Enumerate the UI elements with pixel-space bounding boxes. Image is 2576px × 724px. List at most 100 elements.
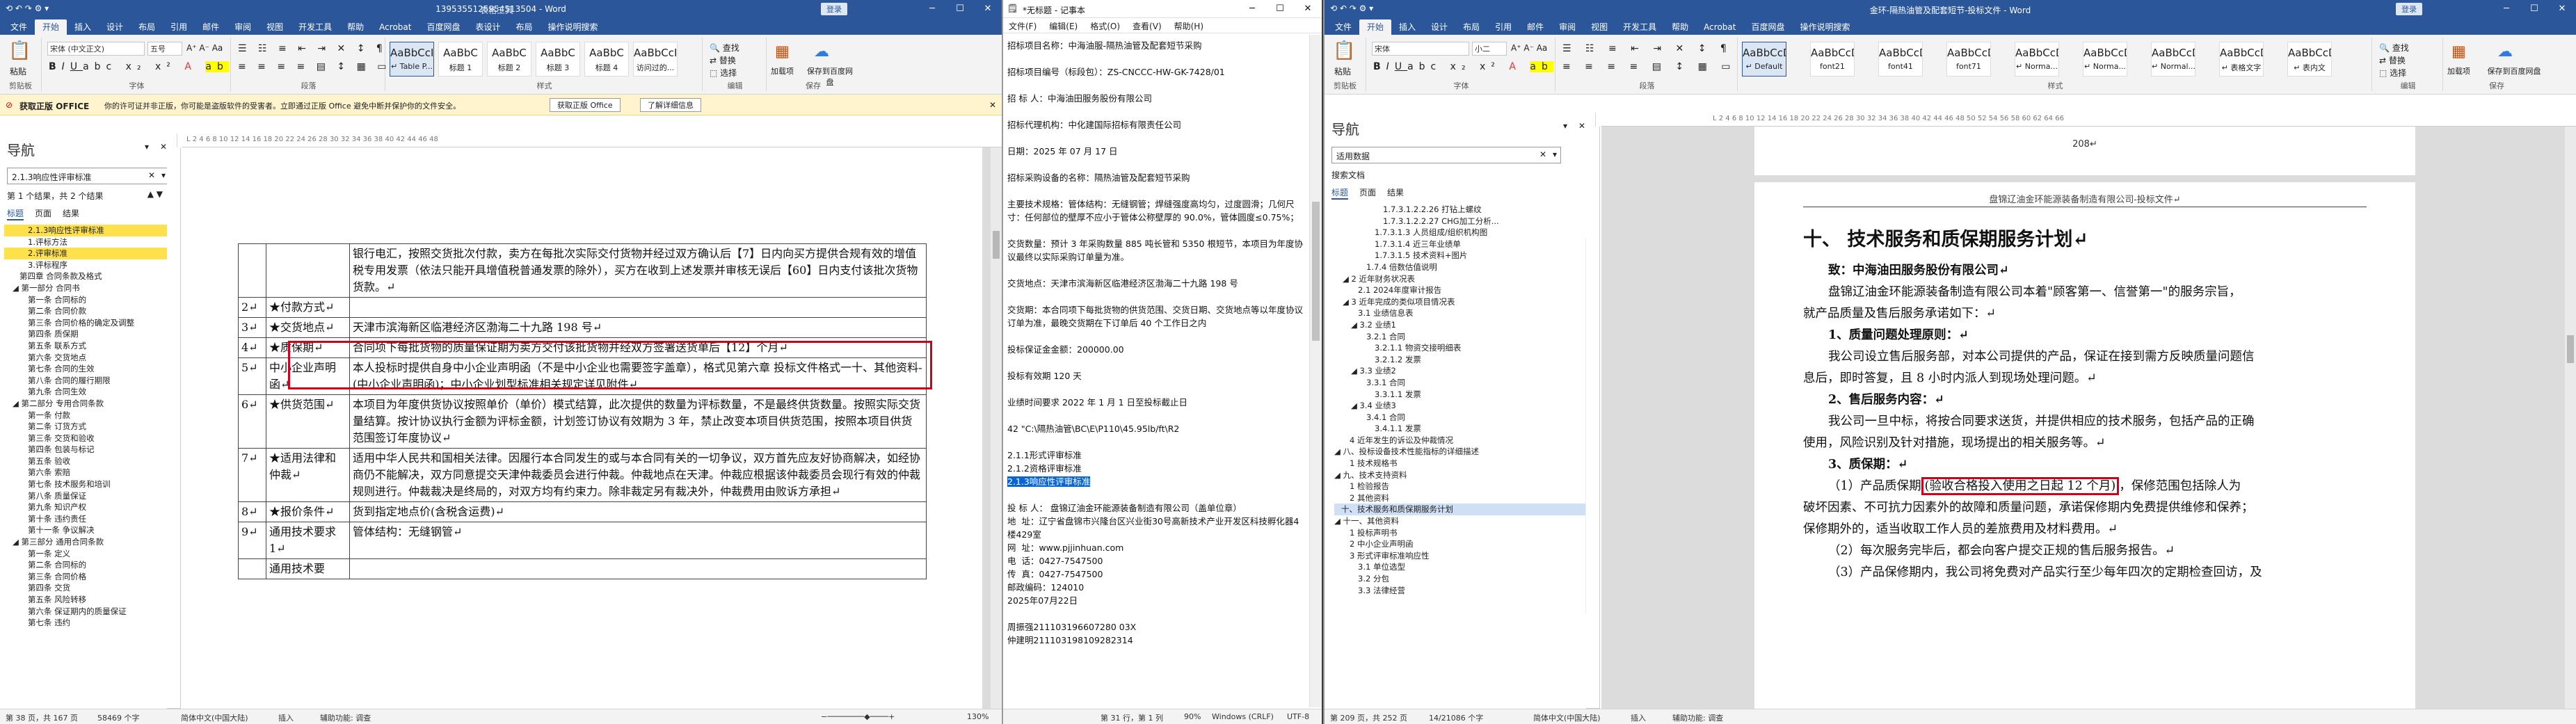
- expand-icon[interactable]: ◢: [1334, 447, 1343, 456]
- ribbon-tab[interactable]: 设计: [1423, 19, 1455, 35]
- clear-search-icon[interactable]: ✕: [148, 170, 155, 180]
- item-name-cell[interactable]: ★付款方式↵: [266, 297, 350, 318]
- minimize-icon[interactable]: ─: [918, 0, 946, 18]
- ribbon-tab[interactable]: 邮件: [195, 19, 227, 35]
- nav-heading-item[interactable]: ◢ 第二部分 专用合同条款: [4, 398, 173, 410]
- table-row[interactable]: 8↵ ★报价条件↵ 货到指定地点价(含税含运费)↵: [238, 501, 927, 522]
- align-buttons[interactable]: ≡ ≡ ≡ ≡ ▤ ↕ ▦ ▭: [1562, 61, 1736, 72]
- ribbon-tab[interactable]: 布局: [1455, 19, 1487, 35]
- nav-close-icon[interactable]: ✕: [160, 142, 167, 152]
- style-gallery-item[interactable]: AaBbCcDd ↵ 表内文: [2287, 42, 2332, 77]
- nav-heading-item[interactable]: ◢ 八、投标设备技术性能指标的详细描述: [1334, 446, 1591, 458]
- font-format-buttons[interactable]: BIUabc x₂ x² A ab: [49, 61, 229, 72]
- nav-heading-item[interactable]: 1.7.3.1.5 技术资料+图片: [1334, 250, 1591, 262]
- font-name-select[interactable]: 宋体: [1372, 42, 1469, 56]
- font-size-buttons[interactable]: A⁺ A⁻ Aa: [1511, 43, 1547, 53]
- nav-heading-item[interactable]: 4 近年发生的诉讼及仲裁情况: [1334, 435, 1591, 447]
- selected-text[interactable]: 2.1.3响应性评审标准: [1007, 476, 1091, 487]
- nav-heading-item[interactable]: 1.7.3.1.4 近三年业绩单: [1334, 239, 1591, 250]
- close-icon[interactable]: ✕: [974, 0, 1002, 18]
- nav-heading-item[interactable]: 第六条 保证期内的质量保证: [4, 606, 173, 618]
- scroll-thumb[interactable]: [993, 231, 1000, 259]
- zoom-slider[interactable]: −────────◆────+: [821, 712, 895, 721]
- save-baidu-button[interactable]: 保存到百度网盘: [2486, 65, 2542, 77]
- notepad-text-area[interactable]: 招标项目名称：中海油服-隔热油管及配套短节采购 招标项目编号（标段包）：ZS-C…: [1003, 35, 1308, 707]
- document-page[interactable]: 盘锦辽油金环能源装备制造有限公司-投标文件↵ 十、 技术服务和质保期服务计划↵ …: [1754, 182, 2415, 709]
- accessibility[interactable]: 辅助功能: 调查: [320, 712, 371, 723]
- list-buttons[interactable]: ☰ ☷ ≡ ⇤ ⇥ ✕ ↕ ¶: [238, 43, 387, 54]
- nav-heading-item[interactable]: 第一条 合同标的: [4, 294, 173, 306]
- nav-heading-item[interactable]: 第四条 质保期: [4, 328, 173, 340]
- zoom-level[interactable]: 130%: [967, 712, 989, 721]
- paste-icon[interactable]: 📋: [1333, 40, 1355, 61]
- paste-button[interactable]: 粘贴: [1334, 65, 1351, 77]
- style-gallery-item[interactable]: AaBbC 标题 3: [536, 42, 580, 77]
- nav-heading-item[interactable]: 1 投标声明书: [1334, 527, 1591, 539]
- nav-heading-item[interactable]: ◢ 十一、其他资料: [1334, 515, 1591, 527]
- nav-heading-item[interactable]: 3.2.1 合同: [1334, 331, 1591, 343]
- item-name-cell[interactable]: 通用技术要求 1↵: [266, 522, 350, 559]
- insert-mode[interactable]: 插入: [278, 712, 294, 723]
- nav-heading-item[interactable]: 第五条 风险转移: [4, 594, 173, 606]
- nav-menu-icon[interactable]: ▾: [145, 142, 149, 152]
- close-icon[interactable]: ✕: [2548, 0, 2576, 18]
- align-buttons[interactable]: ≡ ≡ ≡ ≡ ▤ ↕ ▦ ▭: [238, 61, 391, 72]
- font-format-buttons[interactable]: BIUabc x₂ x² A ab: [1373, 61, 1553, 72]
- ribbon-tab[interactable]: 插入: [67, 19, 99, 35]
- nav-heading-item[interactable]: 3.2.1.2 发票: [1334, 354, 1591, 366]
- ribbon-tab[interactable]: 布局: [131, 19, 163, 35]
- item-name-cell[interactable]: 通用技术要: [266, 558, 350, 579]
- style-gallery-item[interactable]: AaBbCcD ↵ Default: [1742, 42, 1786, 77]
- ribbon-tab[interactable]: 帮助: [1664, 19, 1696, 35]
- minimize-icon[interactable]: ─: [2493, 0, 2520, 18]
- item-content-cell[interactable]: 管体结构：无缝钢管↵: [349, 522, 927, 559]
- page-count[interactable]: 第 38 页，共 167 页: [6, 712, 78, 723]
- nav-heading-item[interactable]: 2.1.3响应性评审标准: [4, 225, 173, 236]
- table-row[interactable]: 3↵ ★交货地点↵ 天津市滨海新区临港经济区渤海二十九路 198 号↵: [238, 317, 927, 338]
- select-button[interactable]: ⬚ 选择: [2379, 67, 2406, 79]
- menu-item[interactable]: 帮助(H): [1174, 22, 1203, 31]
- ribbon-tab[interactable]: 开发工具: [1615, 19, 1664, 35]
- style-gallery-item[interactable]: AaBbCcI ↵ Table P...: [390, 42, 434, 77]
- nav-heading-item[interactable]: 第七条 违约: [4, 617, 173, 629]
- table-row[interactable]: 7↵ ★适用法律和仲裁↵ 适用中华人民共和国相关法律。因履行本合同发生的或与本合同有…: [238, 448, 927, 502]
- style-gallery-item[interactable]: AaBbC 标题 1: [438, 42, 483, 77]
- style-gallery-item[interactable]: AaBbCcDd font21: [1810, 42, 1855, 77]
- login-button[interactable]: 登录: [821, 3, 847, 15]
- item-content-cell[interactable]: 适用中华人民共和国相关法律。因履行本合同发生的或与本合同有关的一切争议，双方首先…: [349, 448, 927, 502]
- font-size-select[interactable]: 五号: [147, 42, 182, 56]
- nav-heading-item[interactable]: 1 技术规格书: [1334, 458, 1591, 469]
- expand-icon[interactable]: ◢: [1343, 297, 1352, 307]
- table-row[interactable]: 9↵ 通用技术要求 1↵ 管体结构：无缝钢管↵: [238, 522, 927, 559]
- menu-item[interactable]: 格式(O): [1090, 22, 1120, 31]
- ribbon-tab[interactable]: 审阅: [1551, 19, 1583, 35]
- addin-button[interactable]: 加载项: [2447, 65, 2470, 77]
- nav-heading-item[interactable]: 3 形式评审标准响应性: [1334, 550, 1591, 562]
- nav-heading-item[interactable]: ◢ 3.4 业绩3: [1334, 400, 1591, 412]
- nav-heading-item[interactable]: 第七条 技术服务和培训: [4, 478, 173, 490]
- vertical-scrollbar[interactable]: [1309, 35, 1322, 707]
- expand-icon[interactable]: ◢: [1343, 274, 1352, 284]
- document-canvas[interactable]: 银行电汇，按照交货批次付款，卖方在每批次实际交付货物并经过双方确认后【7】日内向…: [182, 147, 1002, 709]
- style-gallery-item[interactable]: AaBbCcI 访问过的...: [633, 42, 678, 77]
- nav-heading-item[interactable]: 3.评标程序: [4, 259, 173, 271]
- nav-heading-item[interactable]: 第一条 付款: [4, 410, 173, 421]
- expand-icon[interactable]: ◢: [1334, 516, 1343, 526]
- replace-button[interactable]: ⇄ 替换: [710, 54, 736, 66]
- nav-heading-item[interactable]: 第四条 交货: [4, 582, 173, 594]
- nav-heading-item[interactable]: ◢ 第三部分 通用合同条款: [4, 536, 173, 548]
- item-content-cell[interactable]: 货到指定地点价(含税含运费)↵: [349, 501, 927, 522]
- style-gallery-item[interactable]: AaBbCcDd ↵ Normal...: [2151, 42, 2195, 77]
- language[interactable]: 简体中文(中国大陆): [181, 712, 248, 723]
- table-row[interactable]: 2↵ ★付款方式↵: [238, 297, 927, 318]
- item-name-cell[interactable]: ★报价条件↵: [266, 501, 350, 522]
- ribbon-tab[interactable]: 设计: [99, 19, 131, 35]
- ribbon-tab[interactable]: 插入: [1391, 19, 1423, 35]
- nav-heading-item[interactable]: 第七条 合同的生效: [4, 363, 173, 375]
- expand-icon[interactable]: ◢: [1351, 366, 1360, 376]
- nav-heading-item[interactable]: 2 其他资料: [1334, 492, 1591, 504]
- nav-heading-item[interactable]: 第九条 知识产权: [4, 501, 173, 513]
- font-name-select[interactable]: 宋体 (中文正文): [47, 42, 145, 56]
- nav-heading-item[interactable]: 第九条 合同生效: [4, 386, 173, 398]
- style-gallery-item[interactable]: AaBbCcDd ↵ 表格文字: [2219, 42, 2264, 77]
